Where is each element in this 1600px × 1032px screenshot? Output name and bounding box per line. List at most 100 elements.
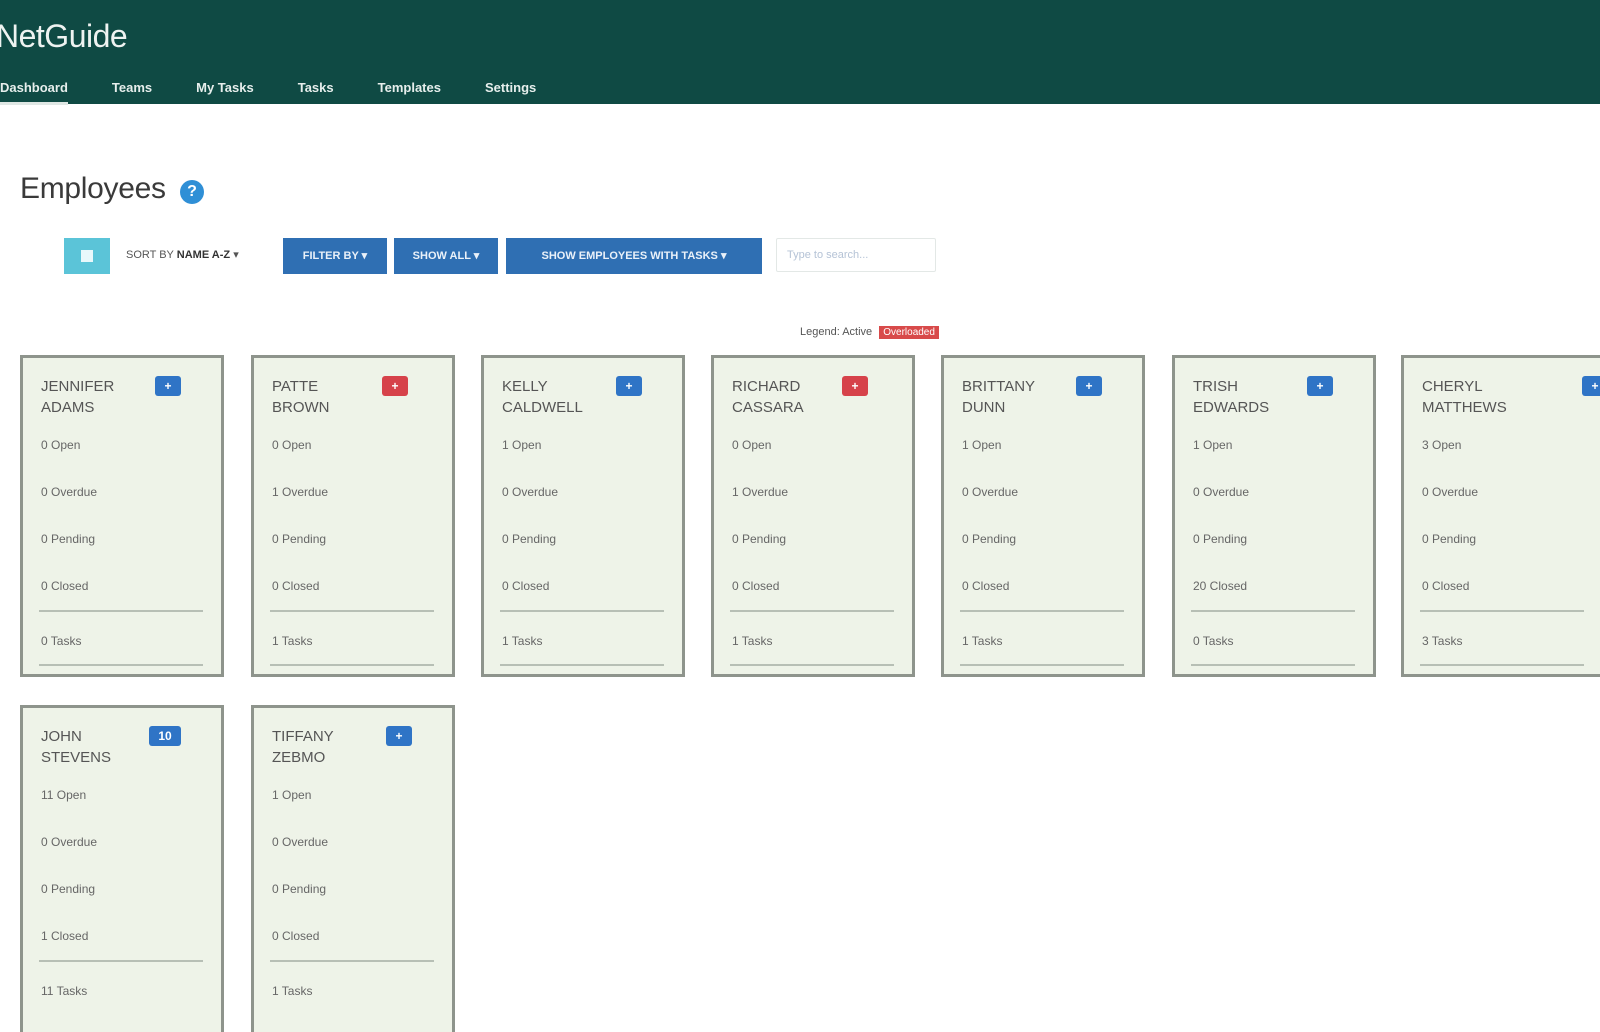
employee-card[interactable]: JOHN STEVENS 10 11 Open 0 Overdue 0 Pendi… bbox=[20, 705, 224, 1032]
employee-last-name: CALDWELL bbox=[502, 399, 583, 416]
employee-first-name: TRISH bbox=[1193, 378, 1238, 395]
task-total: 1 Tasks bbox=[272, 634, 313, 648]
grid-view-icon bbox=[81, 250, 93, 262]
add-task-button[interactable]: + bbox=[842, 376, 868, 396]
employee-name: PATTE BROWN bbox=[272, 376, 372, 418]
card-divider bbox=[1191, 610, 1355, 612]
nav-item-dashboard[interactable]: Dashboard bbox=[0, 74, 68, 105]
sort-dropdown[interactable]: SORT BY NAME A-Z ▾ bbox=[126, 248, 239, 261]
closed-count: 0 Closed bbox=[1422, 579, 1470, 593]
task-total: 0 Tasks bbox=[1193, 634, 1234, 648]
chevron-down-icon: ▾ bbox=[720, 250, 727, 262]
employee-first-name: BRITTANY bbox=[962, 378, 1036, 395]
employee-first-name: JOHN bbox=[41, 728, 82, 745]
employee-name: JOHN STEVENS bbox=[41, 726, 141, 768]
card-divider bbox=[39, 664, 203, 666]
card-divider bbox=[1191, 664, 1355, 666]
legend: Legend: Active Overloaded bbox=[800, 326, 939, 339]
employee-name: JENNIFER ADAMS bbox=[41, 376, 141, 418]
employee-card[interactable]: JENNIFER ADAMS + 0 Open 0 Overdue 0 Pendi… bbox=[20, 355, 224, 677]
pending-count: 0 Pending bbox=[272, 532, 327, 546]
chevron-down-icon: ▾ bbox=[233, 249, 239, 261]
employee-first-name: TIFFANY bbox=[272, 728, 334, 745]
task-total: 1 Tasks bbox=[732, 634, 773, 648]
overdue-count: 0 Overdue bbox=[41, 835, 98, 849]
add-task-button[interactable]: + bbox=[382, 376, 408, 396]
pending-count: 0 Pending bbox=[962, 532, 1017, 546]
employee-last-name: CASSARA bbox=[732, 399, 804, 416]
nav-item-templates[interactable]: Templates bbox=[378, 74, 441, 102]
employee-first-name: RICHARD bbox=[732, 378, 801, 395]
top-bar: NetGuide Dashboard Teams My Tasks Tasks … bbox=[0, 0, 1600, 105]
open-count: 1 Open bbox=[1193, 438, 1233, 452]
employee-last-name: BROWN bbox=[272, 399, 330, 416]
add-task-button[interactable]: + bbox=[1582, 376, 1600, 396]
employee-last-name: STEVENS bbox=[41, 749, 112, 766]
card-divider bbox=[270, 664, 434, 666]
closed-count: 0 Closed bbox=[732, 579, 780, 593]
employee-card[interactable]: TIFFANY ZEBMO + 1 Open 0 Overdue 0 Pendin… bbox=[251, 705, 455, 1032]
employee-first-name: KELLY bbox=[502, 378, 548, 395]
nav-item-settings[interactable]: Settings bbox=[485, 74, 536, 102]
main-nav: Dashboard Teams My Tasks Tasks Templates… bbox=[0, 74, 580, 105]
add-task-button[interactable]: + bbox=[155, 376, 181, 396]
pending-count: 0 Pending bbox=[41, 882, 96, 896]
employee-name: KELLY CALDWELL bbox=[502, 376, 602, 418]
card-divider bbox=[730, 664, 894, 666]
card-divider bbox=[730, 610, 894, 612]
show-all-button[interactable]: SHOW ALL ▾ bbox=[394, 238, 498, 274]
employee-last-name: ADAMS bbox=[41, 399, 95, 416]
filter-button-label: FILTER BY bbox=[302, 250, 359, 262]
add-task-button[interactable]: + bbox=[1076, 376, 1102, 396]
employee-card[interactable]: PATTE BROWN + 0 Open 1 Overdue 0 Pending … bbox=[251, 355, 455, 677]
closed-count: 0 Closed bbox=[41, 579, 89, 593]
card-divider bbox=[960, 664, 1124, 666]
card-divider bbox=[1420, 610, 1584, 612]
pending-count: 0 Pending bbox=[1422, 532, 1477, 546]
pending-count: 0 Pending bbox=[272, 882, 327, 896]
employee-first-name: CHERYL bbox=[1422, 378, 1483, 395]
employee-name: BRITTANY DUNN bbox=[962, 376, 1062, 418]
add-task-button[interactable]: 10 bbox=[149, 726, 181, 746]
help-icon[interactable]: ? bbox=[180, 180, 204, 204]
brand-logo[interactable]: NetGuide bbox=[0, 18, 128, 55]
add-task-button[interactable]: + bbox=[616, 376, 642, 396]
employee-last-name: EDWARDS bbox=[1193, 399, 1270, 416]
pending-count: 0 Pending bbox=[1193, 532, 1248, 546]
task-total: 11 Tasks bbox=[41, 984, 88, 998]
employee-filter-button[interactable]: SHOW EMPLOYEES WITH TASKS ▾ bbox=[506, 238, 762, 274]
employee-card[interactable]: CHERYL MATTHEWS + 3 Open 0 Overdue 0 Pend… bbox=[1401, 355, 1600, 677]
employee-last-name: ZEBMO bbox=[272, 749, 326, 766]
card-divider bbox=[500, 610, 664, 612]
employee-card[interactable]: TRISH EDWARDS + 1 Open 0 Overdue 0 Pendin… bbox=[1172, 355, 1376, 677]
filter-button[interactable]: FILTER BY ▾ bbox=[283, 238, 387, 274]
search-input[interactable] bbox=[776, 238, 936, 272]
card-divider bbox=[270, 610, 434, 612]
task-total: 1 Tasks bbox=[272, 984, 313, 998]
task-total: 3 Tasks bbox=[1422, 634, 1463, 648]
closed-count: 0 Closed bbox=[502, 579, 550, 593]
open-count: 11 Open bbox=[41, 788, 87, 802]
sort-value: NAME A-Z bbox=[176, 249, 231, 261]
overdue-count: 1 Overdue bbox=[272, 485, 329, 499]
employee-card[interactable]: BRITTANY DUNN + 1 Open 0 Overdue 0 Pendin… bbox=[941, 355, 1145, 677]
overdue-count: 0 Overdue bbox=[1422, 485, 1479, 499]
open-count: 0 Open bbox=[732, 438, 772, 452]
nav-item-tasks[interactable]: Tasks bbox=[298, 74, 334, 102]
open-count: 0 Open bbox=[41, 438, 81, 452]
grid-view-button[interactable] bbox=[64, 238, 110, 274]
add-task-button[interactable]: + bbox=[386, 726, 412, 746]
chevron-down-icon: ▾ bbox=[473, 250, 480, 262]
nav-item-my-tasks[interactable]: My Tasks bbox=[196, 74, 254, 102]
card-divider bbox=[39, 960, 203, 962]
page-title: Employees bbox=[20, 172, 166, 205]
nav-item-teams[interactable]: Teams bbox=[112, 74, 152, 102]
pending-count: 0 Pending bbox=[732, 532, 787, 546]
employee-last-name: DUNN bbox=[962, 399, 1006, 416]
employee-card[interactable]: RICHARD CASSARA + 0 Open 1 Overdue 0 Pend… bbox=[711, 355, 915, 677]
add-task-button[interactable]: + bbox=[1307, 376, 1333, 396]
employee-card[interactable]: KELLY CALDWELL + 1 Open 0 Overdue 0 Pendi… bbox=[481, 355, 685, 677]
card-divider bbox=[500, 664, 664, 666]
legend-text: Legend: Active bbox=[800, 326, 873, 338]
closed-count: 0 Closed bbox=[962, 579, 1010, 593]
